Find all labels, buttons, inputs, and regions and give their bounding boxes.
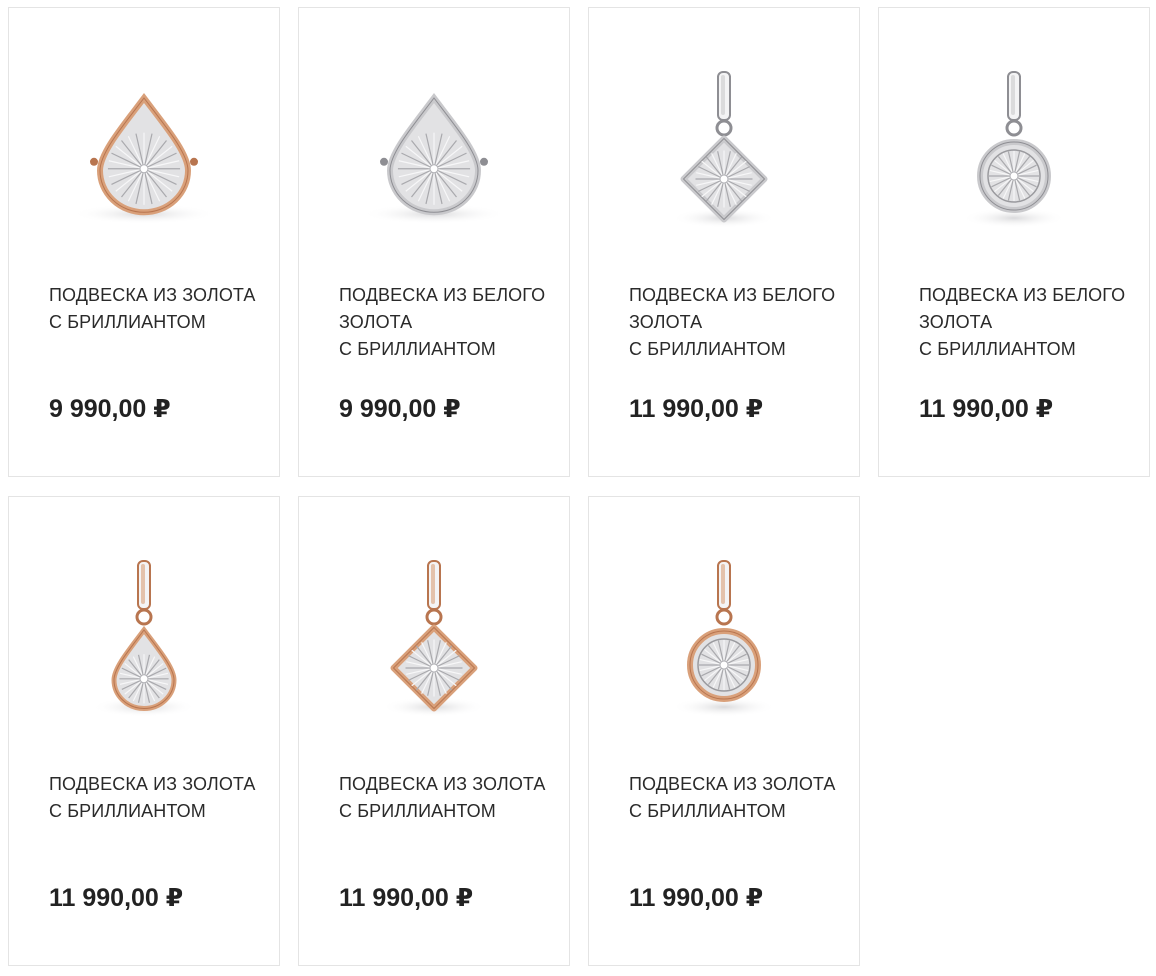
- product-image[interactable]: [589, 497, 859, 742]
- product-price: 11 990,00 ₽: [629, 395, 764, 423]
- white-gold-round-pendant-icon: [962, 71, 1066, 228]
- product-card[interactable]: ПОДВЕСКА ИЗ ЗОЛОТА С БРИЛЛИАНТОМ 11 990,…: [588, 496, 860, 966]
- product-price: 11 990,00 ₽: [919, 395, 1054, 423]
- product-card[interactable]: ПОДВЕСКА ИЗ ЗОЛОТА С БРИЛЛИАНТОМ 11 990,…: [8, 496, 280, 966]
- product-title[interactable]: ПОДВЕСКА ИЗ БЕЛОГО ЗОЛОТА С БРИЛЛИАНТОМ: [339, 282, 554, 363]
- product-image[interactable]: [879, 8, 1149, 253]
- product-image[interactable]: [9, 8, 279, 253]
- product-grid: ПОДВЕСКА ИЗ ЗОЛОТА С БРИЛЛИАНТОМ 9 990,0…: [8, 7, 1152, 969]
- product-image[interactable]: [299, 8, 569, 253]
- product-image[interactable]: [9, 497, 279, 742]
- product-image[interactable]: [299, 497, 569, 742]
- product-price: 11 990,00 ₽: [49, 884, 184, 912]
- product-card[interactable]: ПОДВЕСКА ИЗ ЗОЛОТА С БРИЛЛИАНТОМ 9 990,0…: [8, 7, 280, 477]
- product-title[interactable]: ПОДВЕСКА ИЗ БЕЛОГО ЗОЛОТА С БРИЛЛИАНТОМ: [629, 282, 844, 363]
- product-price: 9 990,00 ₽: [339, 395, 461, 423]
- white-gold-square-pendant-icon: [672, 71, 776, 228]
- product-card[interactable]: ПОДВЕСКА ИЗ БЕЛОГО ЗОЛОТА С БРИЛЛИАНТОМ …: [298, 7, 570, 477]
- product-price: 9 990,00 ₽: [49, 395, 171, 423]
- product-card[interactable]: ПОДВЕСКА ИЗ БЕЛОГО ЗОЛОТА С БРИЛЛИАНТОМ …: [588, 7, 860, 477]
- white-gold-teardrop-pendant-icon: [362, 93, 506, 224]
- product-image[interactable]: [589, 8, 859, 253]
- gold-round-pendant-icon: [672, 560, 776, 717]
- product-title[interactable]: ПОДВЕСКА ИЗ ЗОЛОТА С БРИЛЛИАНТОМ: [49, 282, 264, 336]
- gold-teardrop-pendant-icon: [72, 93, 216, 224]
- product-price: 11 990,00 ₽: [629, 884, 764, 912]
- product-title[interactable]: ПОДВЕСКА ИЗ ЗОЛОТА С БРИЛЛИАНТОМ: [49, 771, 264, 825]
- product-price: 11 990,00 ₽: [339, 884, 474, 912]
- product-title[interactable]: ПОДВЕСКА ИЗ ЗОЛОТА С БРИЛЛИАНТОМ: [339, 771, 554, 825]
- product-title[interactable]: ПОДВЕСКА ИЗ ЗОЛОТА С БРИЛЛИАНТОМ: [629, 771, 844, 825]
- product-card[interactable]: ПОДВЕСКА ИЗ ЗОЛОТА С БРИЛЛИАНТОМ 11 990,…: [298, 496, 570, 966]
- gold-square-pendant-icon: [382, 560, 486, 717]
- gold-teardrop-pendant-icon: [92, 560, 196, 717]
- product-card[interactable]: ПОДВЕСКА ИЗ БЕЛОГО ЗОЛОТА С БРИЛЛИАНТОМ …: [878, 7, 1150, 477]
- product-title[interactable]: ПОДВЕСКА ИЗ БЕЛОГО ЗОЛОТА С БРИЛЛИАНТОМ: [919, 282, 1134, 363]
